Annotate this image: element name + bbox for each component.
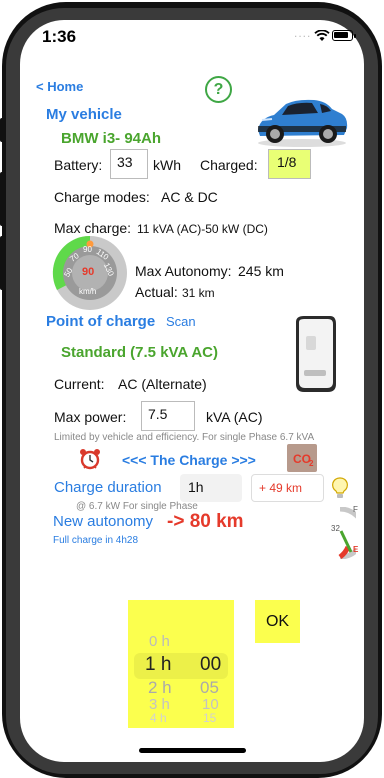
- max-power-label: Max power:: [54, 409, 127, 425]
- battery-level: [334, 32, 348, 38]
- max-autonomy-value: 245 km: [238, 263, 284, 279]
- picker-selected-minute: 00: [200, 654, 222, 675]
- charged-level-input[interactable]: 1/8: [268, 149, 311, 179]
- charge-point-name: Standard (7.5 kVA AC): [61, 344, 218, 361]
- picker-selected-hour: 1 h: [145, 654, 172, 675]
- battery-capacity-input[interactable]: 33: [110, 149, 148, 179]
- duration-picker[interactable]: 0 h 1 h 00 2 h 05 3 h 10 4 h 15: [128, 600, 234, 728]
- autonomy-gain-value: + 49 km: [251, 474, 324, 502]
- fuel-gauge-icon: [338, 507, 356, 559]
- battery-tip: [354, 34, 356, 38]
- max-charge-label: Max charge:: [54, 220, 132, 236]
- battery-label: Battery:: [54, 157, 103, 173]
- home-back-link[interactable]: < Home: [36, 79, 83, 94]
- new-autonomy-value: -> 80 km: [167, 511, 244, 532]
- charge-modes-label: Charge modes:: [54, 189, 150, 205]
- wifi-icon: [314, 30, 330, 41]
- co2-subscript: 2: [309, 459, 314, 468]
- battery-icon: [332, 30, 353, 41]
- charge-section-title: <<< The Charge >>>: [122, 452, 256, 468]
- fuel-gauge-value: 32: [331, 524, 340, 533]
- volume-up-button: [0, 172, 6, 226]
- max-charge-value: 11 kVA (AC)-50 kW (DC): [137, 222, 268, 236]
- actual-label: Actual:: [135, 284, 178, 300]
- gauge-tick-90: 90: [83, 245, 92, 254]
- power-limit-note: Limited by vehicle and efficiency. For s…: [54, 432, 315, 443]
- current-label: Current:: [54, 376, 105, 392]
- home-indicator[interactable]: [139, 748, 246, 753]
- gauge-value: 90: [82, 266, 95, 278]
- charge-modes-value: AC & DC: [161, 189, 218, 205]
- charged-label: Charged:: [200, 157, 258, 173]
- picker-minute-option: 15: [203, 711, 217, 725]
- scan-button[interactable]: Scan: [166, 314, 196, 329]
- charge-duration-label: Charge duration: [54, 479, 162, 496]
- actual-autonomy-value: 31 km: [182, 286, 215, 300]
- picker-hour-option: 2 h: [148, 678, 172, 697]
- charge-point-section-title: Point of charge: [46, 313, 156, 330]
- lightbulb-icon[interactable]: [331, 476, 349, 500]
- wallbox-image[interactable]: [290, 314, 340, 394]
- status-time: 1:36: [42, 27, 77, 46]
- fuel-gauge-empty: E: [353, 545, 359, 554]
- mute-switch: [0, 118, 6, 142]
- picker-hour-option: 4 h: [150, 711, 167, 725]
- full-charge-note: Full charge in 4h28: [53, 535, 139, 546]
- max-power-input[interactable]: 7.5: [141, 401, 195, 431]
- max-power-unit: kVA (AC): [206, 409, 263, 425]
- ok-button[interactable]: OK: [255, 600, 300, 643]
- max-autonomy-label: Max Autonomy:: [135, 263, 232, 279]
- gauge-unit: km/h: [79, 287, 97, 296]
- battery-unit: kWh: [153, 157, 181, 173]
- picker-minute-option: 05: [200, 678, 219, 697]
- charge-duration-input[interactable]: 1h: [180, 474, 242, 502]
- volume-down-button: [0, 236, 6, 290]
- alarm-clock-icon[interactable]: [79, 448, 101, 470]
- signal-icon: ....: [294, 26, 312, 40]
- help-button[interactable]: ?: [205, 76, 232, 103]
- co2-icon[interactable]: CO 2: [287, 444, 317, 472]
- car-image[interactable]: [252, 94, 350, 148]
- fuel-gauge-full: F: [353, 505, 358, 514]
- vehicle-section-title: My vehicle: [46, 106, 122, 123]
- picker-hour-option: 0 h: [149, 633, 170, 650]
- vehicle-name: BMW i3- 94Ah: [61, 130, 162, 147]
- current-value: AC (Alternate): [118, 376, 207, 392]
- new-autonomy-label: New autonomy: [53, 513, 154, 530]
